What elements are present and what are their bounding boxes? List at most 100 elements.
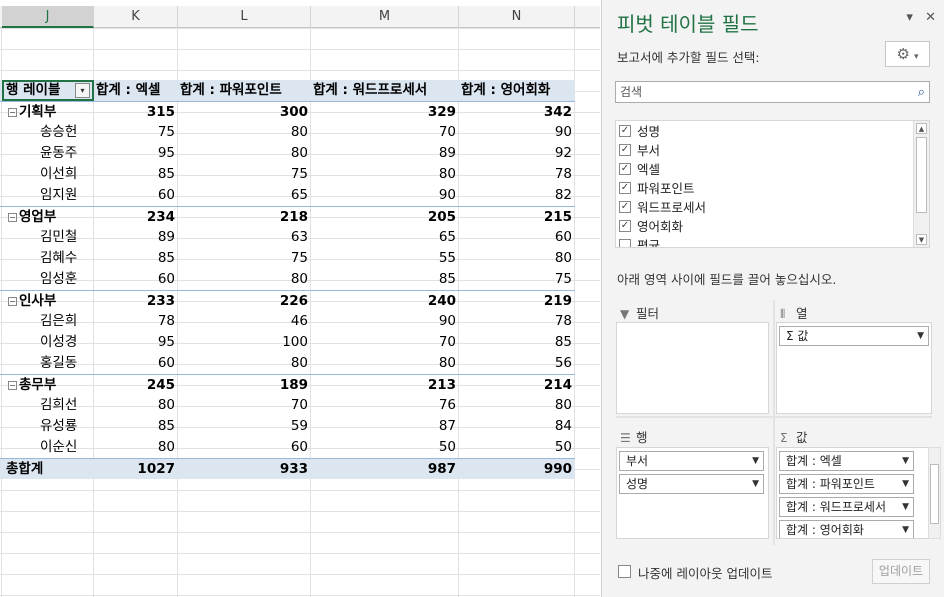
- group-total-cell[interactable]: 342: [459, 102, 575, 123]
- value-cell[interactable]: 65: [178, 185, 311, 206]
- value-cell[interactable]: 85: [94, 248, 178, 269]
- value-cell[interactable]: 85: [311, 269, 459, 290]
- value-cell[interactable]: 65: [311, 227, 459, 248]
- grand-total-cell[interactable]: 990: [459, 459, 575, 480]
- value-cell[interactable]: 60: [178, 437, 311, 458]
- field-list-item[interactable]: ✓ 엑셀: [616, 160, 912, 179]
- panel-options-dropdown-icon[interactable]: ▾: [906, 10, 913, 25]
- field-list-item[interactable]: ✓ 워드프로세서: [616, 198, 912, 217]
- group-total-cell[interactable]: 205: [311, 207, 459, 228]
- value-cell[interactable]: 90: [311, 311, 459, 332]
- field-list-item[interactable]: 평균: [616, 236, 912, 247]
- value-cell[interactable]: 80: [178, 143, 311, 164]
- value-field-header[interactable]: 합계 : 파워포인트: [178, 80, 311, 101]
- value-cell[interactable]: 80: [178, 122, 311, 143]
- values-area-item[interactable]: 합계 : 영어회화 ▼: [779, 520, 914, 538]
- chevron-down-icon[interactable]: ▼: [902, 521, 909, 538]
- employee-name-cell[interactable]: 홍길동: [2, 353, 93, 374]
- value-cell[interactable]: 78: [459, 311, 575, 332]
- checked-checkbox[interactable]: ✓: [619, 144, 631, 156]
- group-total-cell[interactable]: 215: [459, 207, 575, 228]
- chevron-down-icon[interactable]: ▼: [752, 475, 759, 493]
- group-total-cell[interactable]: 219: [459, 291, 575, 312]
- employee-name-cell[interactable]: 김은희: [2, 311, 93, 332]
- employee-name-cell[interactable]: 이순신: [2, 437, 93, 458]
- field-list-item[interactable]: ✓ 성명: [616, 122, 912, 141]
- group-total-cell[interactable]: 315: [94, 102, 178, 123]
- checked-checkbox[interactable]: ✓: [619, 182, 631, 194]
- employee-name-cell[interactable]: 이성경: [2, 332, 93, 353]
- scroll-down-icon[interactable]: ▼: [916, 234, 927, 245]
- field-search-input[interactable]: 검색 ⌕: [615, 81, 930, 103]
- value-cell[interactable]: 46: [178, 311, 311, 332]
- chevron-down-icon[interactable]: ▼: [917, 327, 924, 345]
- group-total-cell[interactable]: 240: [311, 291, 459, 312]
- close-icon[interactable]: ✕: [925, 10, 936, 25]
- value-cell[interactable]: 70: [311, 332, 459, 353]
- group-total-cell[interactable]: 234: [94, 207, 178, 228]
- tools-button[interactable]: ⚙ ▾: [885, 41, 930, 67]
- value-cell[interactable]: 60: [94, 269, 178, 290]
- value-field-header[interactable]: 합계 : 워드프로세서: [311, 80, 459, 101]
- value-cell[interactable]: 50: [459, 437, 575, 458]
- grand-total-cell[interactable]: 987: [311, 459, 459, 480]
- checked-checkbox[interactable]: ✓: [619, 220, 631, 232]
- employee-name-cell[interactable]: 송승헌: [2, 122, 93, 143]
- value-cell[interactable]: 80: [94, 437, 178, 458]
- group-total-cell[interactable]: 233: [94, 291, 178, 312]
- columns-area-item[interactable]: Σ 값 ▼: [779, 326, 929, 346]
- field-list-scrollbar[interactable]: ▲ ▼: [913, 121, 929, 247]
- group-total-cell[interactable]: 300: [178, 102, 311, 123]
- scroll-thumb[interactable]: [916, 137, 927, 213]
- value-cell[interactable]: 75: [178, 164, 311, 185]
- employee-name-cell[interactable]: 김희선: [2, 395, 93, 416]
- employee-name-cell[interactable]: 이선희: [2, 164, 93, 185]
- group-label-cell[interactable]: − 총무부: [2, 375, 93, 396]
- column-header-m[interactable]: M: [311, 6, 459, 28]
- update-button[interactable]: 업데이트: [872, 559, 930, 584]
- value-field-header[interactable]: 합계 : 영어회화: [459, 80, 575, 101]
- filter-area[interactable]: [616, 322, 769, 414]
- scroll-thumb[interactable]: [930, 464, 939, 524]
- collapse-icon[interactable]: −: [8, 107, 17, 117]
- employee-name-cell[interactable]: 임지원: [2, 185, 93, 206]
- value-cell[interactable]: 78: [459, 164, 575, 185]
- value-cell[interactable]: 55: [311, 248, 459, 269]
- chevron-down-icon[interactable]: ▼: [752, 452, 759, 470]
- value-cell[interactable]: 70: [178, 395, 311, 416]
- value-cell[interactable]: 95: [94, 143, 178, 164]
- value-cell[interactable]: 84: [459, 416, 575, 437]
- value-cell[interactable]: 85: [459, 332, 575, 353]
- chevron-down-icon[interactable]: ▼: [902, 498, 909, 516]
- grand-total-label[interactable]: 총합계: [2, 459, 93, 480]
- rows-area-item[interactable]: 성명 ▼: [619, 474, 764, 494]
- group-total-cell[interactable]: 189: [178, 375, 311, 396]
- column-header-j[interactable]: J: [2, 6, 94, 28]
- value-field-header[interactable]: 합계 : 엑셀: [94, 80, 178, 101]
- collapse-icon[interactable]: −: [8, 212, 17, 222]
- value-cell[interactable]: 70: [311, 122, 459, 143]
- column-header-n[interactable]: N: [459, 6, 575, 28]
- field-list[interactable]: ▲ ▼ ✓ 성명 ✓ 부서 ✓ 엑셀 ✓ 파워포인트 ✓ 워드프로세서 ✓ 영어회화 평균: [615, 120, 930, 248]
- value-cell[interactable]: 78: [94, 311, 178, 332]
- value-cell[interactable]: 90: [311, 185, 459, 206]
- value-cell[interactable]: 56: [459, 353, 575, 374]
- value-cell[interactable]: 80: [94, 395, 178, 416]
- value-cell[interactable]: 89: [311, 143, 459, 164]
- defer-update-checkbox[interactable]: [618, 565, 631, 578]
- values-area[interactable]: 합계 : 엑셀 ▼ 합계 : 파워포인트 ▼ 합계 : 워드프로세서 ▼ 합계 …: [776, 447, 932, 539]
- unchecked-checkbox[interactable]: [619, 239, 631, 247]
- group-label-cell[interactable]: − 인사부: [2, 291, 93, 312]
- group-label-cell[interactable]: − 영업부: [2, 207, 93, 228]
- collapse-icon[interactable]: −: [8, 296, 17, 306]
- field-list-item[interactable]: ✓ 파워포인트: [616, 179, 912, 198]
- value-cell[interactable]: 60: [94, 353, 178, 374]
- search-icon[interactable]: ⌕: [918, 83, 925, 103]
- value-cell[interactable]: 80: [459, 248, 575, 269]
- value-cell[interactable]: 80: [459, 395, 575, 416]
- value-cell[interactable]: 59: [178, 416, 311, 437]
- employee-name-cell[interactable]: 김민철: [2, 227, 93, 248]
- worksheet[interactable]: J K L M N 행 레이블 합계 : 엑셀 합계 : 파워포인트 합계 : 워드프…: [0, 0, 600, 597]
- checked-checkbox[interactable]: ✓: [619, 125, 631, 137]
- column-header-l[interactable]: L: [178, 6, 311, 28]
